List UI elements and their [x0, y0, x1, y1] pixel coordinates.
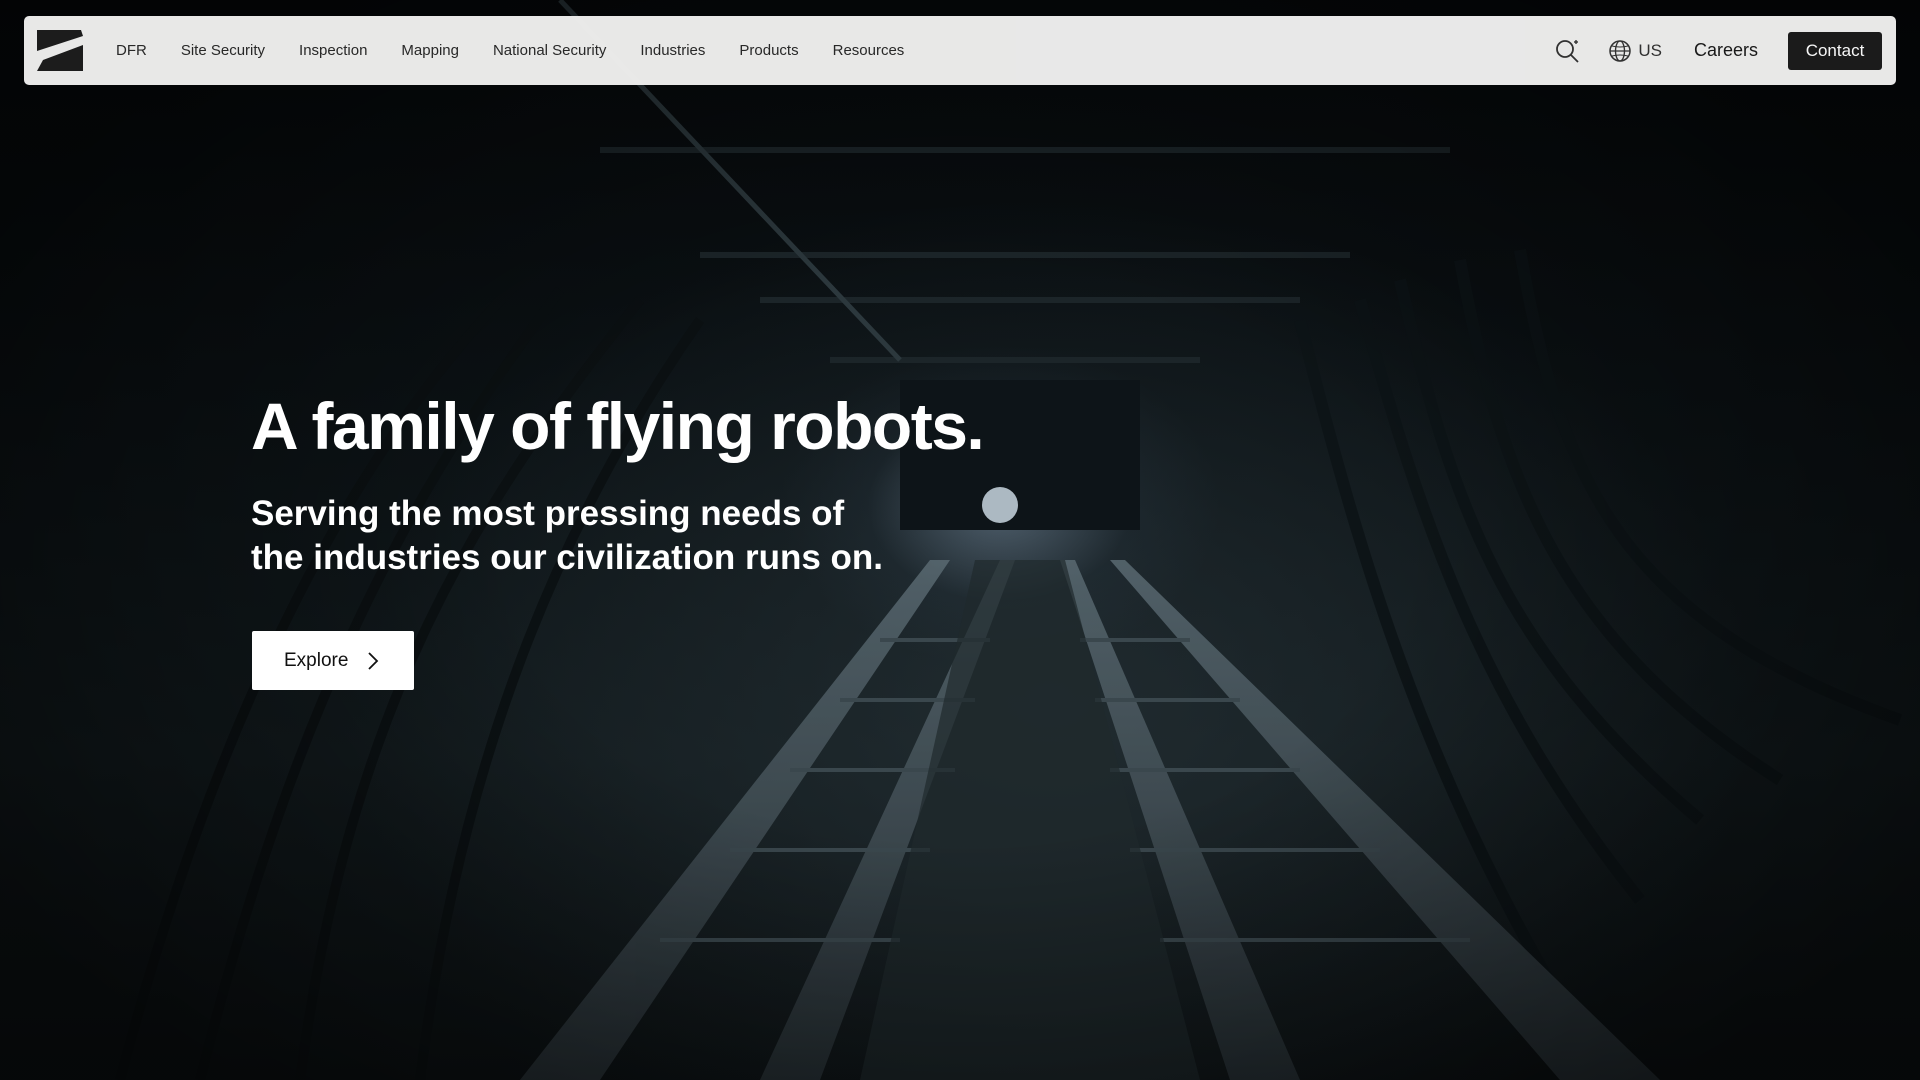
nav-link-mapping[interactable]: Mapping — [401, 42, 459, 59]
explore-button[interactable]: Explore — [252, 631, 414, 690]
nav-link-site-security[interactable]: Site Security — [181, 42, 265, 59]
hero-headline: A family of flying robots. — [251, 389, 985, 463]
locale-label: US — [1638, 40, 1662, 60]
nav-link-inspection[interactable]: Inspection — [299, 42, 367, 59]
globe-icon — [1609, 39, 1632, 62]
primary-nav: DFR Site Security Inspection Mapping Nat… — [116, 16, 938, 85]
top-navigation-bar: DFR Site Security Inspection Mapping Nat… — [24, 16, 1896, 85]
nav-link-national-security[interactable]: National Security — [493, 42, 606, 59]
nav-link-dfr[interactable]: DFR — [116, 42, 147, 59]
nav-link-industries[interactable]: Industries — [640, 42, 705, 59]
logo-icon[interactable] — [37, 30, 83, 71]
nav-link-products[interactable]: Products — [739, 42, 798, 59]
nav-link-resources[interactable]: Resources — [833, 42, 905, 59]
contact-button[interactable]: Contact — [1788, 31, 1882, 70]
chevron-right-icon — [368, 651, 379, 670]
locale-selector[interactable]: US — [1608, 39, 1662, 63]
hero-subheadline: Serving the most pressing needs of the i… — [251, 494, 884, 577]
nav-utilities: US Careers Contact — [1554, 16, 1882, 85]
search-icon — [1556, 39, 1579, 63]
explore-button-label: Explore — [284, 649, 349, 671]
search-button[interactable] — [1554, 37, 1582, 65]
careers-link[interactable]: Careers — [1694, 40, 1758, 61]
